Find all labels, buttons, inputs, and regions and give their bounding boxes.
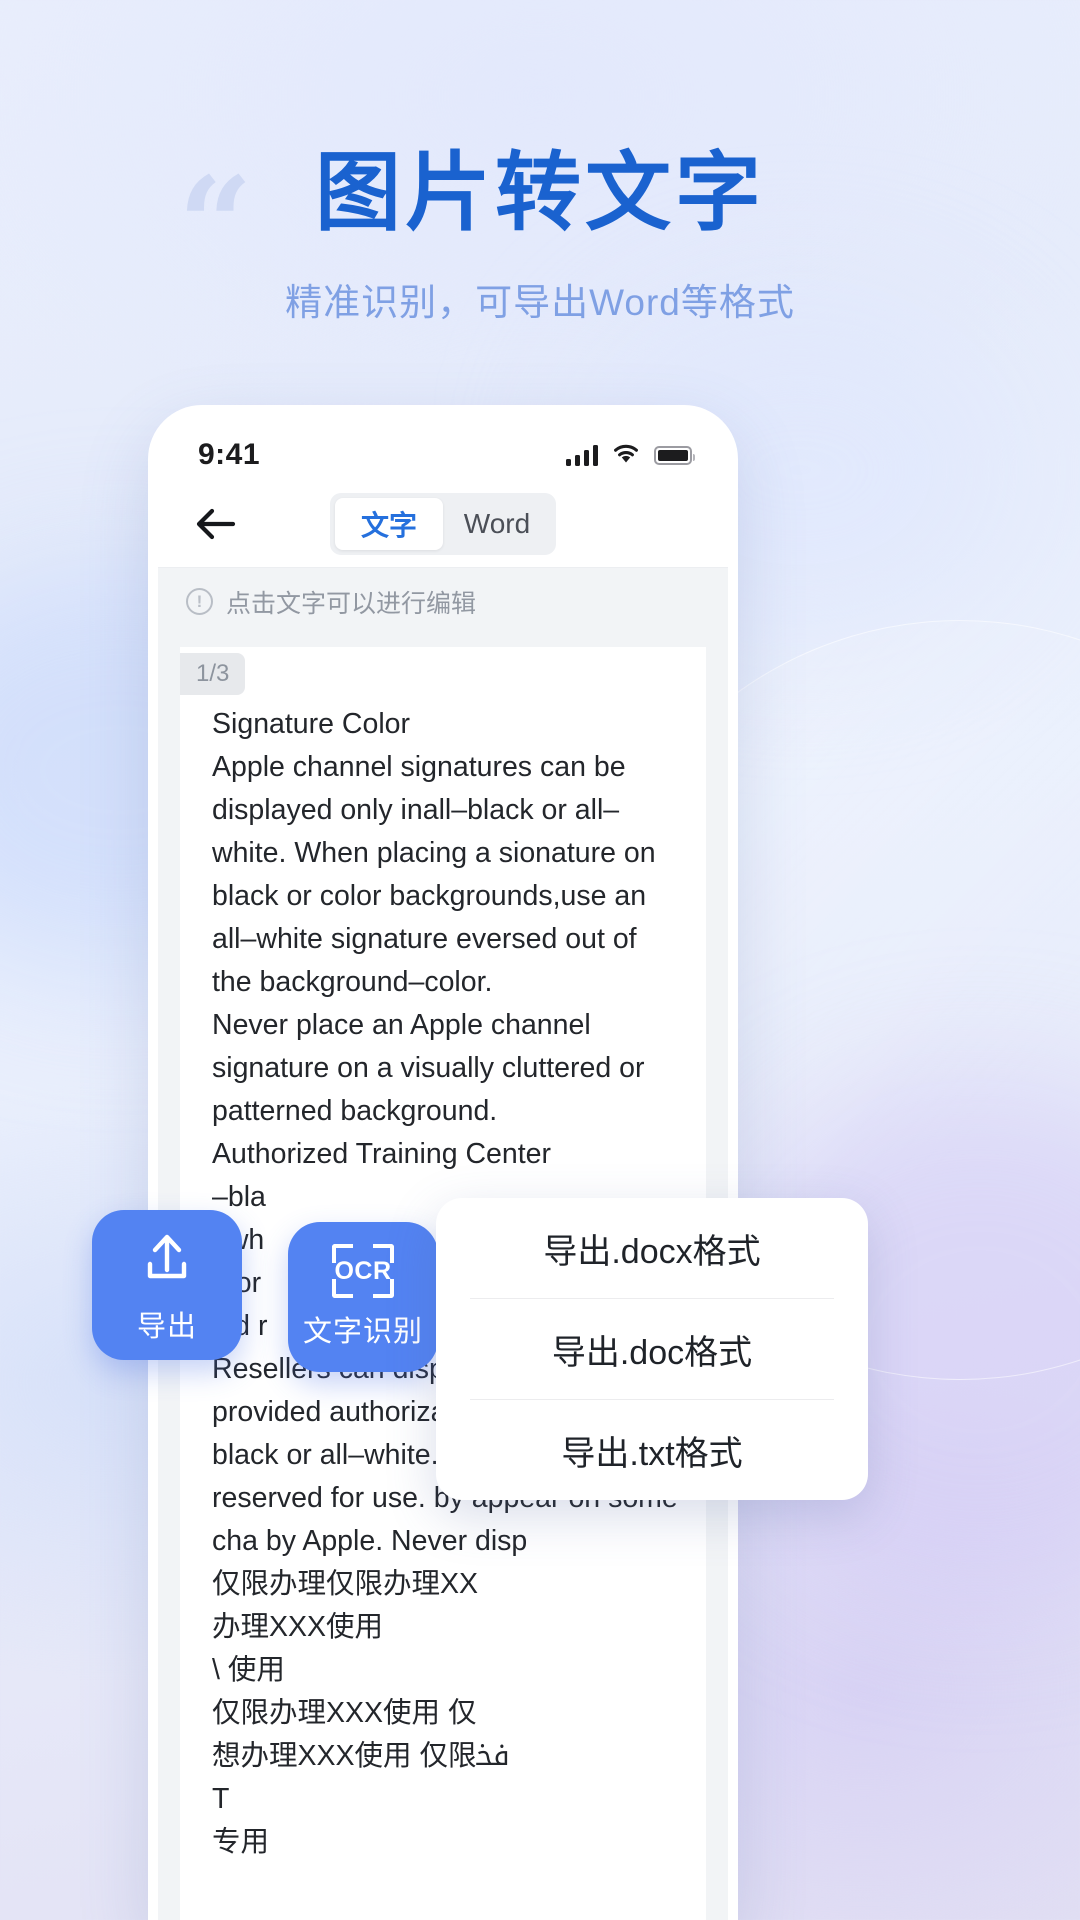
nav-bar: 文字 Word <box>158 481 728 567</box>
phone-mockup: 9:41 文字 Word ! 点击文字可以进行编辑 1/3 Signature … <box>148 405 738 1920</box>
menu-item-doc[interactable]: 导出.doc格式 <box>436 1299 868 1399</box>
page-title: 图片转文字 <box>315 145 765 241</box>
page-indicator-badge: 1/3 <box>180 653 246 695</box>
battery-icon <box>654 445 695 465</box>
ocr-icon-text: OCR <box>334 1256 392 1285</box>
back-arrow-icon[interactable] <box>188 496 244 552</box>
upload-icon <box>136 1226 198 1293</box>
export-button-label: 导出 <box>136 1310 197 1343</box>
ocr-button[interactable]: OCR 文字识别 <box>288 1222 438 1372</box>
tab-text[interactable]: 文字 <box>335 498 443 550</box>
tab-word[interactable]: Word <box>443 498 551 550</box>
export-button[interactable]: 导出 <box>92 1210 242 1360</box>
menu-item-docx[interactable]: 导出.docx格式 <box>436 1198 868 1298</box>
quote-mark-icon: “ <box>178 148 253 301</box>
edit-hint-bar: ! 点击文字可以进行编辑 <box>158 567 728 635</box>
edit-hint-text: 点击文字可以进行编辑 <box>226 589 477 618</box>
hero-section: “ 图片转文字 精准识别，可导出Word等格式 <box>0 150 1080 326</box>
status-bar: 9:41 <box>158 415 728 481</box>
menu-item-txt[interactable]: 导出.txt格式 <box>436 1400 868 1500</box>
view-mode-tabs[interactable]: 文字 Word <box>330 493 556 555</box>
ocr-button-label: 文字识别 <box>302 1316 423 1348</box>
ocr-scan-icon: OCR <box>332 1244 394 1298</box>
page-subtitle: 精准识别，可导出Word等格式 <box>285 282 795 323</box>
status-time: 9:41 <box>198 438 261 471</box>
signal-bars-icon <box>565 444 598 466</box>
wifi-icon <box>611 442 641 469</box>
info-circle-icon: ! <box>186 588 213 615</box>
export-format-menu[interactable]: 导出.docx格式 导出.doc格式 导出.txt格式 <box>436 1198 868 1500</box>
